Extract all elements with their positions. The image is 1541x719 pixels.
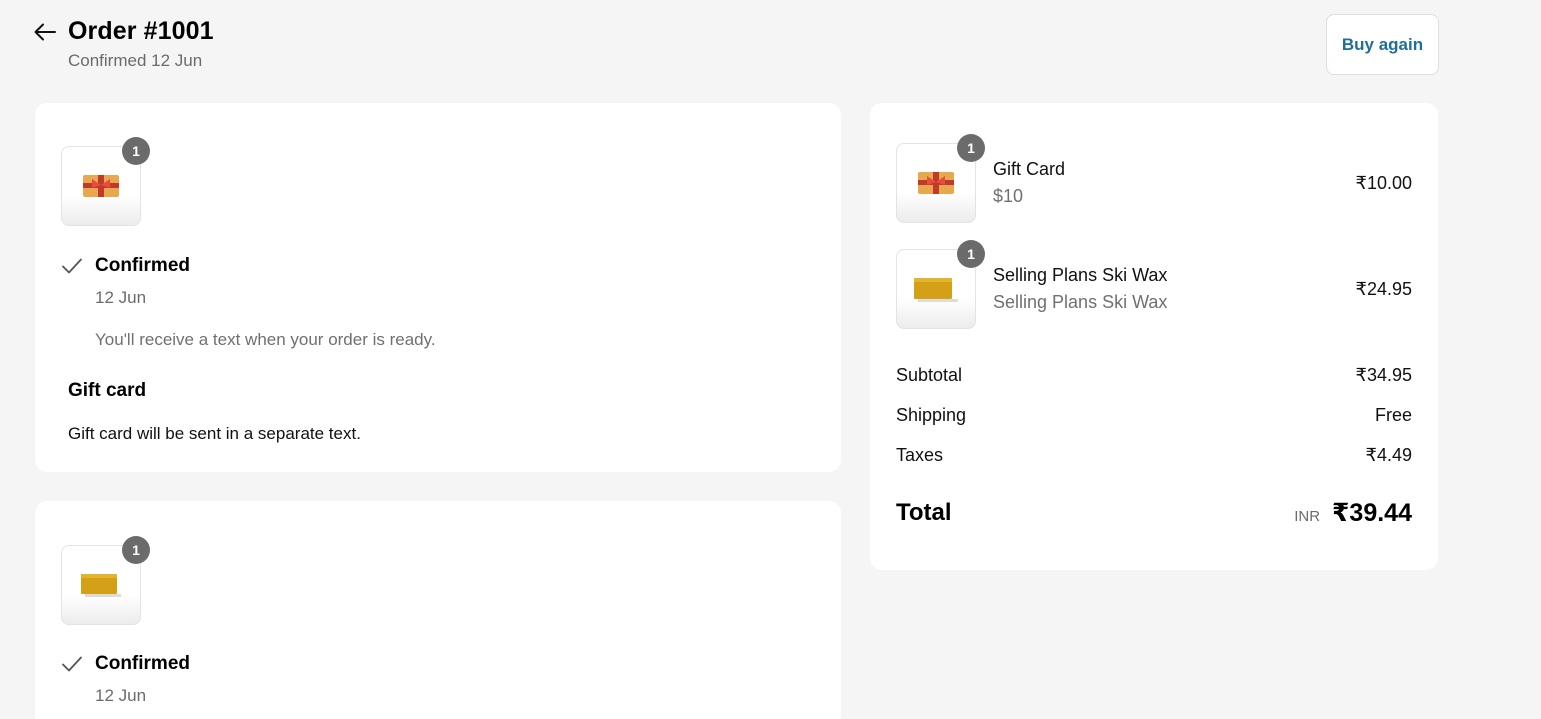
check-icon [61,653,83,675]
back-button[interactable] [31,19,59,45]
quantity-badge: 1 [122,536,150,564]
total-label: Total [896,499,952,526]
item-variant: $10 [993,186,1024,206]
arrow-left-icon [34,23,56,41]
total-amount: INR ₹39.44 [1294,498,1412,528]
status-date: 12 Jun [95,288,147,307]
page-subtitle: Confirmed 12 Jun [68,51,203,70]
item-price: ₹10.00 [1355,173,1413,193]
taxes-row: Taxes ₹4.49 [896,445,1412,466]
order-summary: 1 Gift Card $10 ₹10.00 1 Selling Plans S… [870,103,1438,570]
total-row: Total INR ₹39.44 [896,499,1412,527]
shipping-row: Shipping Free [896,405,1412,426]
status-label: Confirmed [95,653,190,674]
status-row: Confirmed [61,255,190,277]
quantity-badge: 1 [957,240,985,268]
line-item: 1 Gift Card $10 ₹10.00 [896,134,1413,223]
status-date: 12 Jun [95,686,147,705]
item-name: Selling Plans Ski Wax [993,265,1168,285]
quantity-badge: 1 [957,134,985,162]
shipping-value: Free [1374,405,1412,425]
status-note: You'll receive a text when your order is… [95,330,436,349]
status-row: Confirmed [61,653,190,675]
taxes-value: ₹4.49 [1365,445,1413,465]
check-icon [61,255,83,277]
item-variant: Selling Plans Ski Wax [993,292,1168,312]
subtotal-value: ₹34.95 [1355,365,1413,385]
product-thumbnail: 1 [896,240,985,329]
ski-wax-image [81,574,121,597]
page-title: Order #1001 [68,17,214,45]
buy-again-button[interactable]: Buy again [1326,14,1439,75]
status-label: Confirmed [95,255,190,276]
product-thumbnail: 1 [61,536,150,625]
line-item: 1 Selling Plans Ski Wax Selling Plans Sk… [896,240,1413,329]
product-thumbnail: 1 [61,137,150,226]
subtotal-label: Subtotal [896,365,963,385]
item-name: Gift Card [993,159,1066,179]
quantity-badge: 1 [122,137,150,165]
fulfillment-card: 1 Confirmed 12 Jun You'll receive a text… [35,103,841,472]
item-price: ₹24.95 [1355,279,1413,299]
taxes-label: Taxes [896,445,944,465]
gift-card-text: Gift card will be sent in a separate tex… [68,424,361,443]
gift-card-heading: Gift card [68,380,147,401]
gift-card-image [83,175,119,197]
total-value: ₹39.44 [1332,499,1412,527]
subtotal-row: Subtotal ₹34.95 [896,365,1412,386]
ski-wax-image [914,278,958,302]
product-thumbnail: 1 [896,134,985,223]
gift-card-image [918,172,954,194]
order-status-page: Order #1001 Confirmed 12 Jun Buy again 1… [0,0,1541,719]
fulfillment-card: 1 Confirmed 12 Jun [35,501,841,719]
currency-code: INR [1294,508,1321,525]
shipping-label: Shipping [896,405,967,425]
